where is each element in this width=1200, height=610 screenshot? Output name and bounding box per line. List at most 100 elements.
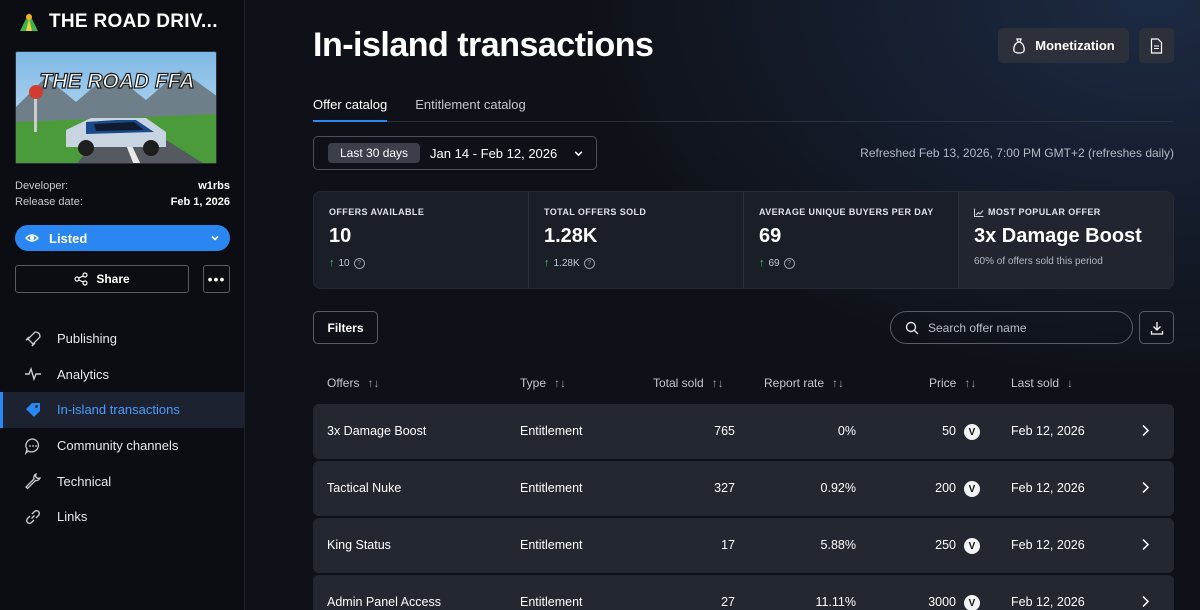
cell-price: 50 (942, 424, 956, 438)
cell-last-sold: Feb 12, 2026 (1011, 424, 1085, 438)
pulse-icon (25, 367, 41, 382)
cell-offer: Admin Panel Access (327, 595, 441, 609)
date-range-picker[interactable]: Last 30 days Jan 14 - Feb 12, 2026 (313, 136, 597, 170)
cell-last-sold: Feb 12, 2026 (1011, 481, 1085, 495)
column-header-price[interactable]: Price ↑↓ (929, 376, 976, 390)
listing-status-dropdown[interactable]: Listed (15, 225, 230, 251)
table-row[interactable]: Tactical Nuke Entitlement 327 0.92% 200 … (313, 461, 1174, 516)
tag-icon (26, 402, 40, 417)
stat-delta: ↑ 69 ? (759, 257, 943, 269)
cell-price: 200 (935, 481, 956, 495)
sidebar-item-analytics[interactable]: Analytics (0, 357, 244, 393)
column-header-label: Offers (327, 376, 360, 390)
column-header-report-rate[interactable]: Report rate ↑↓ (764, 376, 844, 390)
sidebar-item-community-channels[interactable]: Community channels (0, 428, 244, 464)
stat-label-text: MOST POPULAR OFFER (988, 207, 1101, 217)
info-icon[interactable]: ? (783, 257, 795, 269)
table-row[interactable]: 3x Damage Boost Entitlement 765 0% 50 V … (313, 404, 1174, 459)
sidebar-item-label: Publishing (57, 331, 117, 347)
tab-entitlement-catalog[interactable]: Entitlement catalog (415, 96, 526, 121)
sidebar: THE ROAD DRIV... THE ROAD FFA Developer:… (0, 0, 245, 610)
page-title: In-island transactions (313, 26, 654, 64)
filters-button[interactable]: Filters (313, 311, 378, 344)
search-input[interactable] (928, 320, 1118, 335)
cell-offer: 3x Damage Boost (327, 424, 427, 438)
cell-total-sold: 327 (714, 481, 735, 495)
more-options-button[interactable]: ••• (203, 265, 230, 293)
stat-offers-available: OFFERS AVAILABLE 10 ↑ 10 ? (314, 192, 529, 288)
stat-label: AVERAGE UNIQUE BUYERS PER DAY (759, 207, 934, 217)
monetization-button[interactable]: Monetization (998, 28, 1129, 63)
stat-label: OFFERS AVAILABLE (329, 207, 425, 217)
cell-type: Entitlement (520, 538, 583, 552)
listing-status-label: Listed (49, 230, 88, 246)
rocket-icon (25, 331, 41, 347)
cell-report-rate: 0.92% (820, 481, 856, 495)
sidebar-item-label: Community channels (57, 438, 179, 454)
column-header-label: Total sold (653, 376, 704, 390)
stats-panel: OFFERS AVAILABLE 10 ↑ 10 ? TOTAL OFFERS … (313, 191, 1174, 289)
table-row[interactable]: Admin Panel Access Entitlement 27 11.11%… (313, 575, 1174, 610)
eye-icon (25, 234, 39, 242)
download-button[interactable] (1139, 311, 1174, 344)
stat-subtext: 60% of offers sold this period (974, 256, 1103, 267)
vbucks-icon: V (964, 481, 980, 497)
table-header: Offers ↑↓ Type ↑↓ Total sold ↑↓ Report rate… (313, 374, 1174, 394)
cell-total-sold: 17 (721, 538, 735, 552)
column-header-last-sold[interactable]: Last sold ↓ (1011, 376, 1073, 390)
chevron-right-icon (1142, 595, 1150, 608)
sort-icon: ↑↓ (367, 376, 380, 390)
arrow-up-icon: ↑ (544, 257, 550, 269)
sidebar-item-label: Analytics (57, 366, 110, 382)
share-label: Share (96, 272, 130, 286)
island-thumbnail[interactable]: THE ROAD FFA (15, 51, 217, 164)
sidebar-item-label: Links (57, 509, 88, 525)
table-row[interactable]: King Status Entitlement 17 5.88% 250 V F… (313, 518, 1174, 573)
sidebar-item-label: Technical (57, 473, 112, 489)
sidebar-item-in-island-transactions[interactable]: In-island transactions (0, 392, 244, 428)
ellipsis-icon: ••• (207, 271, 226, 287)
chevron-right-icon (1142, 481, 1150, 494)
cell-report-rate: 0% (837, 424, 856, 438)
stat-label: TOTAL OFFERS SOLD (544, 207, 647, 217)
column-header-total-sold[interactable]: Total sold ↑↓ (653, 376, 724, 390)
release-date-row: Release date: Feb 1, 2026 (15, 196, 230, 208)
chevron-down-icon (574, 150, 583, 156)
sidebar-item-publishing[interactable]: Publishing (0, 321, 244, 357)
wrench-icon (25, 473, 42, 490)
stat-value: 1.28K (544, 225, 598, 247)
cell-type: Entitlement (520, 481, 583, 495)
vbucks-icon: V (964, 424, 980, 440)
column-header-label: Price (929, 376, 957, 390)
sort-icon: ↑↓ (711, 376, 724, 390)
monetization-label: Monetization (1035, 38, 1115, 53)
vbucks-icon: V (964, 595, 980, 610)
info-icon[interactable]: ? (583, 257, 595, 269)
chevron-down-icon (211, 235, 219, 241)
document-button[interactable] (1139, 28, 1174, 63)
catalog-tabs: Offer catalog Entitlement catalog (313, 96, 1174, 122)
tab-offer-catalog[interactable]: Offer catalog (313, 96, 388, 122)
stat-delta-value: 10 (338, 257, 350, 269)
refreshed-timestamp: Refreshed Feb 13, 2026, 7:00 PM GMT+2 (r… (860, 146, 1174, 160)
stat-delta: ↑ 1.28K ? (544, 257, 728, 269)
sort-descending-icon: ↓ (1067, 376, 1074, 390)
arrow-up-icon: ↑ (329, 257, 335, 269)
sidebar-item-technical[interactable]: Technical (0, 463, 244, 499)
sort-icon: ↑↓ (832, 376, 845, 390)
release-date-value: Feb 1, 2026 (170, 196, 230, 208)
stat-average-unique-buyers: AVERAGE UNIQUE BUYERS PER DAY 69 ↑ 69 ? (744, 192, 959, 288)
column-header-type[interactable]: Type ↑↓ (520, 376, 566, 390)
chevron-right-icon (1142, 538, 1150, 551)
column-header-offers[interactable]: Offers ↑↓ (327, 376, 379, 390)
cell-report-rate: 5.88% (820, 538, 856, 552)
sidebar-item-label: In-island transactions (57, 402, 180, 418)
sidebar-item-links[interactable]: Links (0, 499, 244, 535)
share-button[interactable]: Share (15, 265, 189, 293)
cell-report-rate: 11.11% (815, 595, 856, 609)
column-header-label: Last sold (1011, 376, 1060, 390)
date-preset-chip: Last 30 days (328, 143, 421, 163)
search-box[interactable] (890, 311, 1133, 344)
info-icon[interactable]: ? (353, 257, 365, 269)
thumbnail-image: THE ROAD FFA (16, 52, 216, 163)
